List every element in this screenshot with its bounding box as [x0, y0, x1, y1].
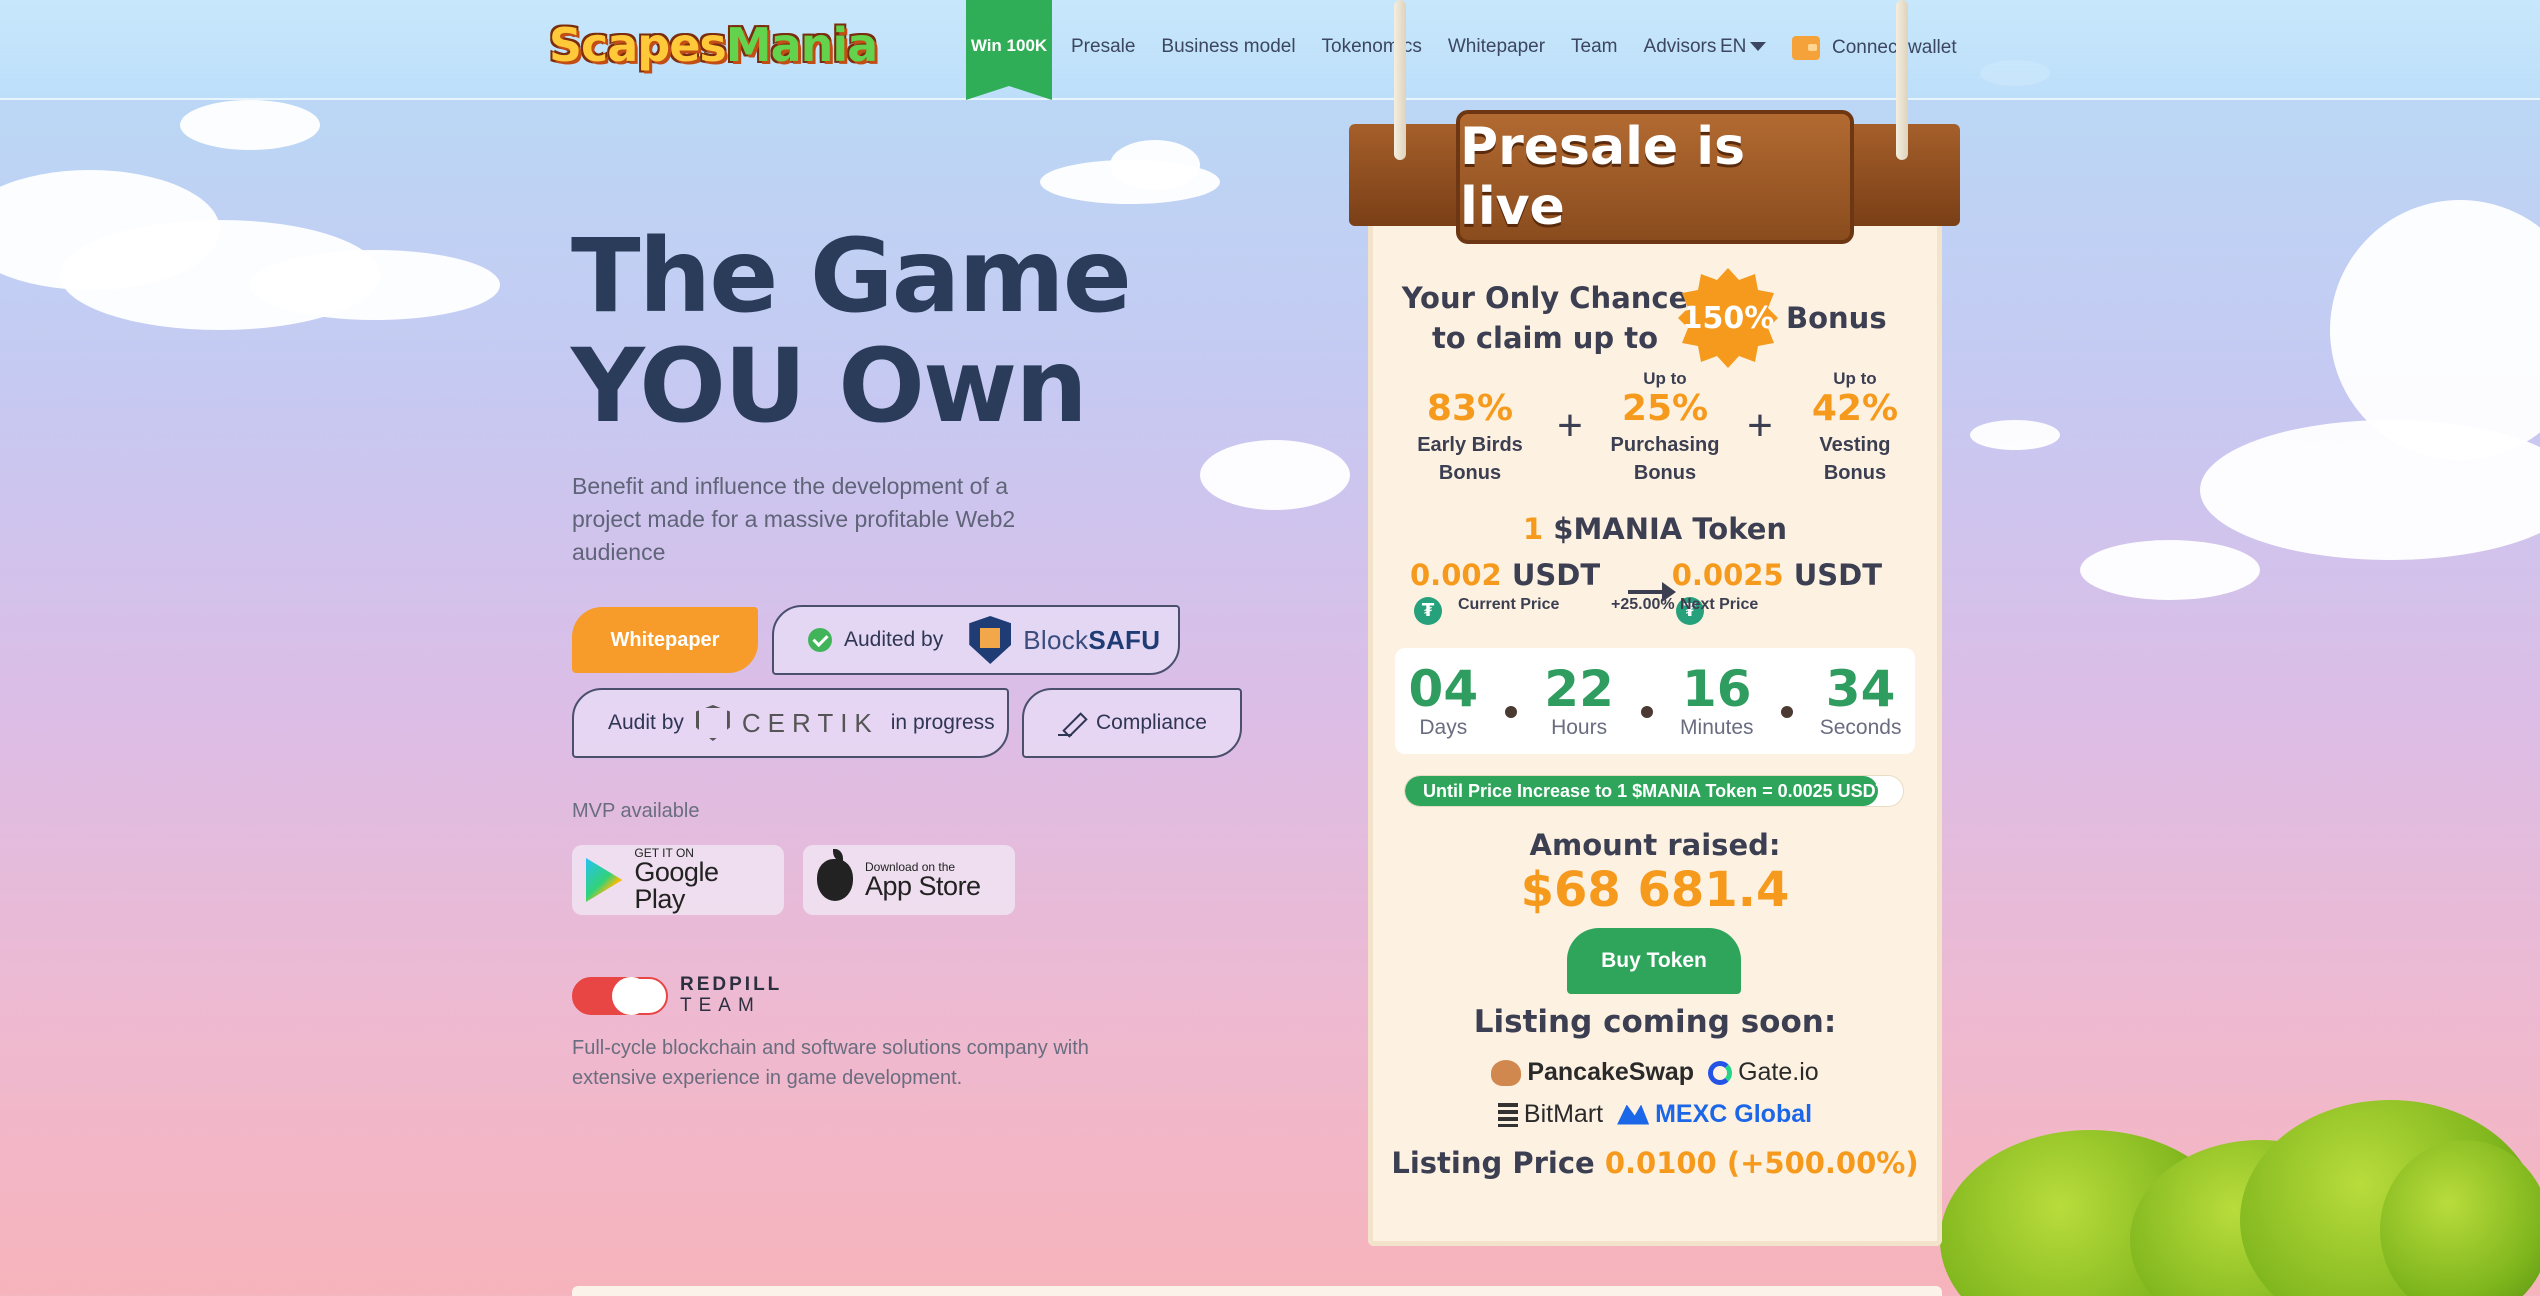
current-price: 0.002 USDT₮ — [1410, 558, 1628, 626]
cloud — [250, 250, 500, 320]
app-store-text: Download on the App Store — [865, 859, 981, 901]
pen-icon — [1058, 710, 1084, 736]
top-header: Scapes Mania Win 100K Presale Business mo… — [0, 0, 2540, 100]
certik-audit-button[interactable]: Audit by CERTIK in progress — [572, 688, 1009, 758]
next-price: 0.0025 USDT₮ — [1672, 558, 1910, 626]
pancakeswap-logo: PancakeSwap — [1491, 1058, 1694, 1087]
countdown-minutes: 16 Minutes — [1680, 660, 1754, 739]
gateio-logo: Gate.io — [1708, 1058, 1819, 1087]
scapesmania-logo[interactable]: Scapes Mania — [549, 14, 878, 76]
app-store-button[interactable]: Download on the App Store — [803, 845, 1015, 915]
win-100k-badge[interactable]: Win 100K — [966, 0, 1052, 100]
bonus-breakdown: 83% Early Birds Bonus + Up to 25% Purcha… — [1400, 365, 1920, 487]
price-increase-progress: Until Price Increase to 1 $MANIA Token =… — [1404, 775, 1904, 807]
redpill-team-logo[interactable]: REDPILL TEAM — [572, 974, 783, 1017]
bonus-word: Bonus — [1786, 301, 1887, 335]
google-play-icon — [586, 858, 623, 902]
compliance-button[interactable]: Compliance — [1022, 688, 1242, 758]
amount-raised-label: Amount raised: — [1529, 828, 1781, 862]
nav-presale[interactable]: Presale — [1071, 36, 1135, 58]
bitmart-icon — [1497, 1102, 1518, 1127]
cloud — [1200, 440, 1350, 510]
audit-by-label: Audit by — [608, 711, 684, 734]
pancakeswap-icon — [1491, 1059, 1522, 1086]
check-icon — [808, 628, 832, 652]
rope-right — [1896, 0, 1908, 160]
listing-title: Listing coming soon: — [1473, 1004, 1837, 1040]
gateio-icon — [1708, 1060, 1733, 1085]
countdown-separator — [1780, 706, 1793, 718]
mvp-available-label: MVP available — [572, 800, 700, 822]
apple-icon — [817, 849, 853, 901]
price-row: 0.002 USDT₮ 0.0025 USDT₮ — [1410, 558, 1910, 626]
hero-title-line1: The Game — [571, 217, 1132, 336]
purchasing-bonus: Up to 25% Purchasing Bonus — [1610, 369, 1720, 484]
connect-wallet-label: Connect wallet — [1832, 37, 1957, 58]
cloud — [2200, 420, 2540, 560]
progress-text: Until Price Increase to 1 $MANIA Token =… — [1423, 780, 1887, 801]
tether-icon: ₮ — [1414, 597, 1442, 625]
listing-price: Listing Price 0.0100 (+500.00%) — [1391, 1146, 1919, 1180]
cloud — [180, 100, 320, 150]
countdown-timer: 04 Days 22 Hours 16 Minutes 34 Seconds — [1395, 648, 1915, 754]
next-price-label: Next Price — [1680, 596, 1759, 613]
countdown-separator — [1640, 706, 1653, 718]
blocksafu-logo: BlockSAFU — [1023, 624, 1161, 655]
early-birds-bonus: 83% Early Birds Bonus — [1417, 388, 1523, 484]
plus-sign: + — [1557, 401, 1583, 450]
cloud — [1970, 420, 2060, 450]
blocksafu-shield-icon — [969, 616, 1012, 664]
certik-logo: CERTIK — [741, 707, 879, 738]
hero-title: The Game YOU Own — [571, 217, 1132, 446]
bonus-headline: Your Only Chance to claim up to 150% Bon… — [1400, 268, 1920, 368]
chance-text: Your Only Chance to claim up to — [1401, 281, 1689, 355]
chevron-down-icon — [1750, 42, 1767, 52]
whitepaper-button[interactable]: Whitepaper — [572, 607, 758, 673]
google-play-text: GET IT ON Google Play — [634, 846, 719, 914]
plus-sign: + — [1747, 401, 1773, 450]
arrow-right-icon — [1628, 582, 1676, 602]
certik-shield-icon — [695, 705, 730, 741]
cloud — [1110, 140, 1200, 190]
token-heading: 1 $MANIA Token — [1522, 512, 1788, 546]
wallet-icon — [1792, 36, 1820, 60]
google-play-button[interactable]: GET IT ON Google Play — [572, 845, 784, 915]
exchanges-row-2: BitMart MEXC Global — [1368, 1100, 1942, 1129]
hero-subtitle: Benefit and influence the development of… — [572, 473, 1016, 565]
nav-team[interactable]: Team — [1571, 36, 1617, 58]
nav-whitepaper[interactable]: Whitepaper — [1448, 36, 1545, 58]
bonus-burst-badge: 150% — [1678, 268, 1778, 368]
increase-label: +25.00% — [1611, 596, 1675, 613]
redpill-description: Full-cycle blockchain and software solut… — [572, 1037, 1089, 1089]
next-section-edge — [572, 1286, 1942, 1296]
language-selector[interactable]: EN — [1720, 36, 1767, 58]
vesting-bonus: Up to 42% Vesting Bonus — [1811, 369, 1899, 484]
pill-icon — [572, 976, 668, 1015]
countdown-hours: 22 Hours — [1544, 660, 1614, 739]
nav-business-model[interactable]: Business model — [1161, 36, 1295, 58]
redpill-wordmark: REDPILL TEAM — [680, 974, 783, 1016]
cloud — [2080, 540, 2260, 600]
compliance-label: Compliance — [1096, 711, 1207, 734]
audited-by-blocksafu-button[interactable]: Audited by BlockSAFU — [772, 605, 1180, 675]
hero-title-line2: YOU Own — [571, 327, 1088, 446]
nav-tokenomics[interactable]: Tokenomics — [1322, 36, 1422, 58]
current-price-label: Current Price — [1458, 596, 1560, 613]
in-progress-label: in progress — [890, 711, 995, 734]
language-label: EN — [1720, 36, 1747, 57]
countdown-days: 04 Days — [1408, 660, 1479, 739]
amount-raised-value: $68 681.4 — [1520, 862, 1790, 918]
countdown-seconds: 34 Seconds — [1819, 660, 1902, 739]
bitmart-logo: BitMart — [1497, 1100, 1603, 1129]
countdown-separator — [1505, 706, 1518, 718]
rope-left — [1394, 0, 1406, 160]
mexc-logo: MEXC Global — [1617, 1100, 1812, 1129]
mexc-icon — [1617, 1104, 1650, 1125]
exchanges-row-1: PancakeSwap Gate.io — [1368, 1058, 1942, 1087]
buy-token-button[interactable]: Buy Token — [1567, 928, 1741, 994]
presale-sign: Presale is live — [1456, 110, 1854, 244]
audited-by-label: Audited by — [844, 628, 944, 651]
nav-advisors[interactable]: Advisors — [1644, 36, 1717, 58]
connect-wallet-button[interactable]: Connect wallet — [1792, 36, 1957, 60]
